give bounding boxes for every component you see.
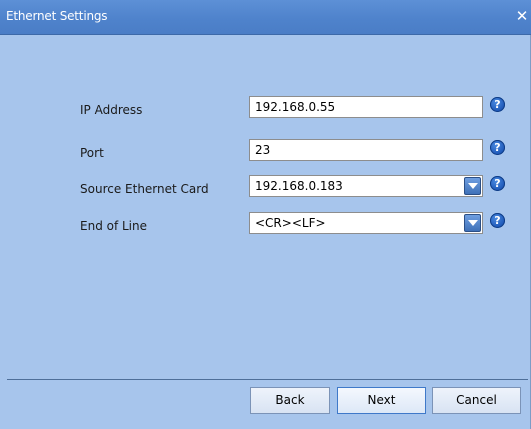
ip-address-field[interactable]: 192.168.0.55 — [249, 96, 483, 118]
port-label: Port — [80, 146, 104, 160]
end-of-line-select[interactable]: <CR><LF> — [249, 212, 483, 234]
end-of-line-help-icon[interactable]: ? — [490, 213, 505, 228]
footer-separator — [7, 379, 528, 380]
dialog-title: Ethernet Settings — [6, 9, 108, 23]
ip-address-label: IP Address — [80, 103, 143, 117]
source-ethernet-card-value: 192.168.0.183 — [255, 179, 343, 193]
title-bar[interactable]: Ethernet Settings ✕ — [0, 0, 531, 35]
source-ethernet-card-label: Source Ethernet Card — [80, 182, 209, 196]
end-of-line-value: <CR><LF> — [255, 216, 326, 230]
end-of-line-label: End of Line — [80, 219, 148, 233]
cancel-button[interactable]: Cancel — [432, 387, 521, 414]
back-button[interactable]: Back — [250, 387, 330, 414]
next-button[interactable]: Next — [337, 387, 426, 414]
ethernet-settings-dialog: Ethernet Settings ✕ IP Address 192.168.0… — [0, 0, 531, 429]
chevron-down-icon[interactable] — [464, 177, 481, 195]
port-help-icon[interactable]: ? — [490, 140, 505, 155]
source-ethernet-card-select[interactable]: 192.168.0.183 — [249, 175, 483, 197]
close-icon[interactable]: ✕ — [515, 6, 529, 26]
port-field[interactable]: 23 — [249, 139, 483, 161]
source-ethernet-card-help-icon[interactable]: ? — [490, 176, 505, 191]
ip-address-help-icon[interactable]: ? — [490, 97, 505, 112]
chevron-down-icon[interactable] — [464, 214, 481, 232]
